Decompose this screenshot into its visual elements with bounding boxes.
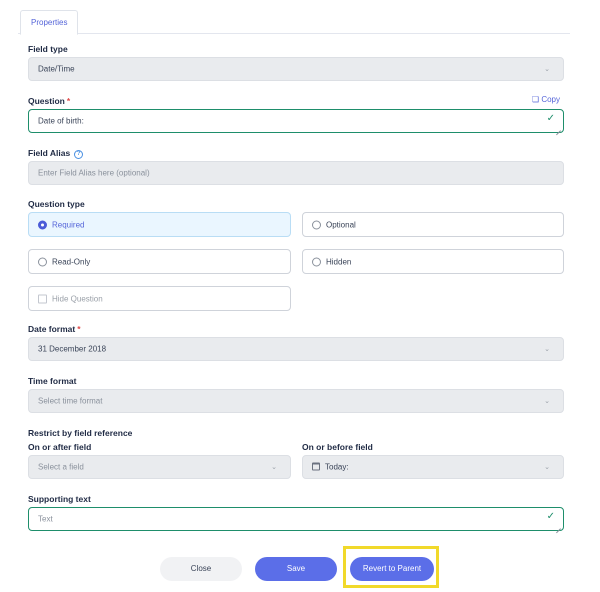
supporting-text-placeholder: Text xyxy=(38,514,53,524)
copy-button[interactable]: ❏ Copy xyxy=(532,95,560,104)
date-format-select[interactable]: 31 December 2018 ⌄ xyxy=(28,337,564,361)
chevron-down-icon: ⌄ xyxy=(544,66,550,73)
question-input[interactable]: Date of birth: ✓ xyxy=(28,109,564,133)
on-or-after-placeholder: Select a field xyxy=(38,462,84,472)
time-format-label: Time format xyxy=(28,376,77,386)
field-type-label: Field type xyxy=(28,44,68,54)
radio-empty-icon xyxy=(312,220,321,229)
calendar-icon xyxy=(312,462,320,471)
on-or-before-select[interactable]: Today: ⌄ xyxy=(302,455,564,479)
required-asterisk: * xyxy=(66,96,71,106)
on-or-after-label: On or after field xyxy=(28,442,92,452)
close-button[interactable]: Close xyxy=(160,557,242,581)
resize-handle-icon[interactable] xyxy=(555,523,561,529)
save-button[interactable]: Save xyxy=(255,557,337,581)
time-format-placeholder: Select time format xyxy=(38,396,103,406)
hide-question-checkbox[interactable]: Hide Question xyxy=(28,286,291,311)
checkmark-icon: ✓ xyxy=(546,511,555,522)
tab-properties[interactable]: Properties xyxy=(20,10,79,35)
restrict-label: Restrict by field reference xyxy=(28,428,133,438)
question-type-label: Question type xyxy=(28,199,85,209)
date-format-label: Date format * xyxy=(28,324,81,334)
supporting-text-label: Supporting text xyxy=(28,494,91,504)
field-alias-label: Field Alias? xyxy=(28,148,84,159)
copy-icon: ❏ xyxy=(531,95,540,104)
tab-bar: Properties xyxy=(18,8,570,35)
radio-empty-icon xyxy=(312,257,321,266)
chevron-down-icon: ⌄ xyxy=(544,346,550,353)
radio-required[interactable]: Required xyxy=(28,212,291,237)
date-format-value: 31 December 2018 xyxy=(38,344,107,354)
question-value: Date of birth: xyxy=(38,116,84,126)
checkmark-icon: ✓ xyxy=(546,113,555,124)
help-circle-icon[interactable]: ? xyxy=(74,150,84,159)
required-asterisk: * xyxy=(77,324,81,334)
radio-hidden[interactable]: Hidden xyxy=(302,249,564,274)
supporting-text-input[interactable]: Text ✓ xyxy=(28,507,564,531)
on-or-before-value: Today: xyxy=(325,462,349,472)
highlight-box xyxy=(343,546,439,588)
field-alias-placeholder: Enter Field Alias here (optional) xyxy=(38,168,150,178)
field-type-select[interactable]: Date/Time ⌄ xyxy=(28,57,564,81)
radio-optional[interactable]: Optional xyxy=(302,212,564,237)
chevron-down-icon: ⌄ xyxy=(544,464,550,471)
resize-handle-icon[interactable] xyxy=(555,125,561,131)
question-label: Question * xyxy=(28,96,71,106)
properties-panel: Properties Field type Date/Time ⌄ Questi… xyxy=(18,8,570,588)
field-type-value: Date/Time xyxy=(38,64,75,74)
radio-selected-icon xyxy=(38,220,47,229)
on-or-after-select[interactable]: Select a field ⌄ xyxy=(28,455,291,479)
radio-empty-icon xyxy=(38,257,47,266)
on-or-before-label: On or before field xyxy=(302,442,373,452)
chevron-down-icon: ⌄ xyxy=(271,464,277,471)
field-alias-input[interactable]: Enter Field Alias here (optional) xyxy=(28,161,564,185)
chevron-down-icon: ⌄ xyxy=(544,398,550,405)
time-format-select[interactable]: Select time format ⌄ xyxy=(28,389,564,413)
checkbox-icon xyxy=(38,294,47,303)
radio-read-only[interactable]: Read-Only xyxy=(28,249,291,274)
